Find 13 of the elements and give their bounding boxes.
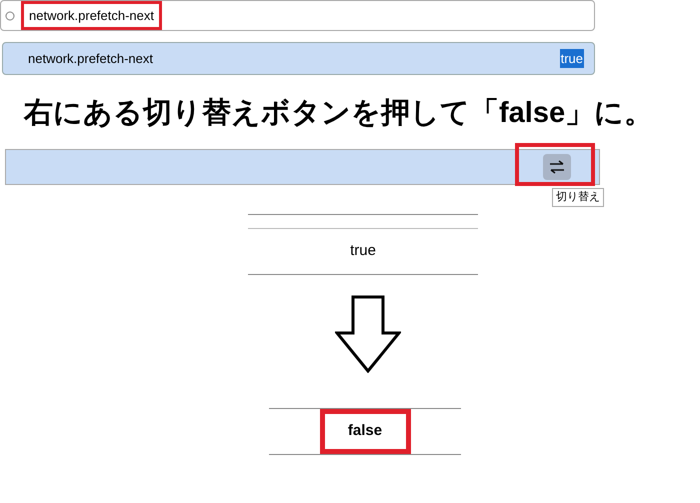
swap-arrows-icon (549, 160, 565, 174)
toggle-button[interactable] (543, 154, 571, 180)
value-text: false (320, 409, 410, 454)
search-field[interactable]: network.prefetch-next (0, 0, 595, 31)
preference-name: network.prefetch-next (28, 50, 154, 68)
tooltip: 切り替え (552, 188, 604, 206)
search-icon (5, 10, 15, 20)
preference-row[interactable]: network.prefetch-next true (2, 42, 595, 75)
preference-value: true (560, 48, 584, 68)
value-text: true (350, 241, 376, 262)
instruction-heading: 右にある切り替えボタンを押して「false」に。 (24, 96, 654, 131)
down-arrow-icon (335, 295, 401, 373)
search-value: network.prefetch-next (21, 0, 162, 30)
